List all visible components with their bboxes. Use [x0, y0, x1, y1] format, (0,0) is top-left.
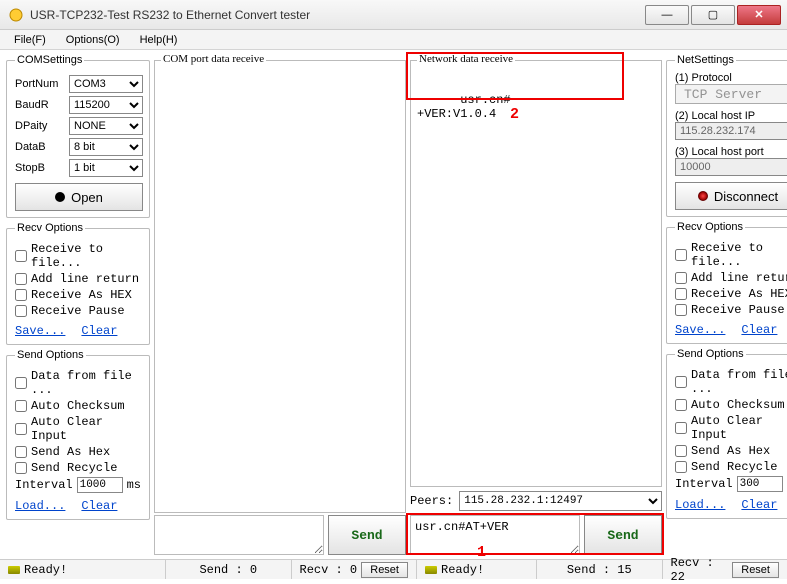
save-link-l[interactable]: Save... — [15, 324, 65, 338]
com-settings-group: COMSettings PortNumCOM3 BaudR115200 DPai… — [6, 54, 150, 218]
save-link-r[interactable]: Save... — [675, 323, 725, 337]
close-button[interactable]: ✕ — [737, 5, 781, 25]
status-dot-icon — [55, 192, 65, 202]
recv-to-file-chk-r[interactable] — [675, 249, 687, 261]
recv-options-left: Recv Options Receive to file... Add line… — [6, 222, 150, 345]
peers-label: Peers: — [410, 494, 453, 508]
net-data-area: Network data receive usr.cn# +VER:V1.0.4 — [410, 60, 662, 487]
status-ready-l: Ready! — [24, 563, 67, 577]
send-hex-chk-l[interactable] — [15, 446, 27, 458]
clear-send-link-r[interactable]: Clear — [741, 498, 777, 512]
databits-select[interactable]: 8 bit — [69, 138, 143, 156]
baud-select[interactable]: 115200 — [69, 96, 143, 114]
interval-input-l[interactable] — [77, 477, 123, 493]
maximize-button[interactable]: ▢ — [691, 5, 735, 25]
minimize-button[interactable]: — — [645, 5, 689, 25]
send-hex-chk-r[interactable] — [675, 445, 687, 457]
com-data-area: COM port data receive — [154, 60, 406, 513]
status-send-r: Send : 15 — [567, 563, 632, 577]
app-icon — [8, 7, 24, 23]
add-line-chk-l[interactable] — [15, 273, 27, 285]
status-recv-r: Recv : 22 — [671, 556, 729, 584]
annotation-1: 1 — [477, 544, 486, 561]
local-port-input — [675, 158, 787, 176]
menu-file[interactable]: File(F) — [4, 32, 56, 48]
stopbits-select[interactable]: 1 bit — [69, 159, 143, 177]
recv-hex-chk-l[interactable] — [15, 289, 27, 301]
send-recycle-chk-l[interactable] — [15, 462, 27, 474]
reset-button-r[interactable]: Reset — [732, 562, 779, 578]
status-ready-r: Ready! — [441, 563, 484, 577]
protocol-select: TCP Server — [675, 84, 787, 104]
net-settings-group: NetSettings (1) Protocol TCP Server (2) … — [666, 54, 787, 217]
status-send-l: Send : 0 — [199, 563, 257, 577]
clear-link-l[interactable]: Clear — [81, 324, 117, 338]
recv-options-right: Recv Options Receive to file... Add line… — [666, 221, 787, 344]
auto-checksum-chk-l[interactable] — [15, 400, 27, 412]
clear-link-r[interactable]: Clear — [741, 323, 777, 337]
status-recv-l: Recv : 0 — [300, 563, 358, 577]
local-ip-input — [675, 122, 787, 140]
status-dot-red-icon — [698, 191, 708, 201]
recv-to-file-chk-l[interactable] — [15, 250, 27, 262]
load-link-l[interactable]: Load... — [15, 499, 65, 513]
reset-button-l[interactable]: Reset — [361, 562, 408, 578]
portnum-select[interactable]: COM3 — [69, 75, 143, 93]
auto-checksum-chk-r[interactable] — [675, 399, 687, 411]
auto-clear-chk-l[interactable] — [15, 423, 27, 435]
add-line-chk-r[interactable] — [675, 272, 687, 284]
disconnect-button[interactable]: Disconnect — [675, 182, 787, 210]
interval-input-r[interactable] — [737, 476, 783, 492]
parity-select[interactable]: NONE — [69, 117, 143, 135]
recv-hex-chk-r[interactable] — [675, 288, 687, 300]
recv-pause-chk-r[interactable] — [675, 304, 687, 316]
window-title: USR-TCP232-Test RS232 to Ethernet Conver… — [30, 8, 645, 22]
ready-icon-r — [425, 566, 437, 574]
menu-help[interactable]: Help(H) — [130, 32, 188, 48]
send-options-left: Send Options Data from file ... Auto Che… — [6, 349, 150, 520]
com-send-button[interactable]: Send — [328, 515, 406, 555]
peers-select[interactable]: 115.28.232.1:12497 — [459, 491, 662, 511]
send-from-file-chk-l[interactable] — [15, 377, 27, 389]
annotation-2: 2 — [510, 106, 519, 123]
send-options-right: Send Options Data from file ... Auto Che… — [666, 348, 787, 519]
open-button[interactable]: Open — [15, 183, 143, 211]
menu-options[interactable]: Options(O) — [56, 32, 130, 48]
send-recycle-chk-r[interactable] — [675, 461, 687, 473]
net-send-button[interactable]: Send — [584, 515, 662, 555]
ready-icon-l — [8, 566, 20, 574]
load-link-r[interactable]: Load... — [675, 498, 725, 512]
auto-clear-chk-r[interactable] — [675, 422, 687, 434]
clear-send-link-l[interactable]: Clear — [81, 499, 117, 513]
send-from-file-chk-r[interactable] — [675, 376, 687, 388]
net-send-input[interactable]: usr.cn#AT+VER — [410, 515, 580, 555]
com-send-input[interactable] — [154, 515, 324, 555]
recv-pause-chk-l[interactable] — [15, 305, 27, 317]
